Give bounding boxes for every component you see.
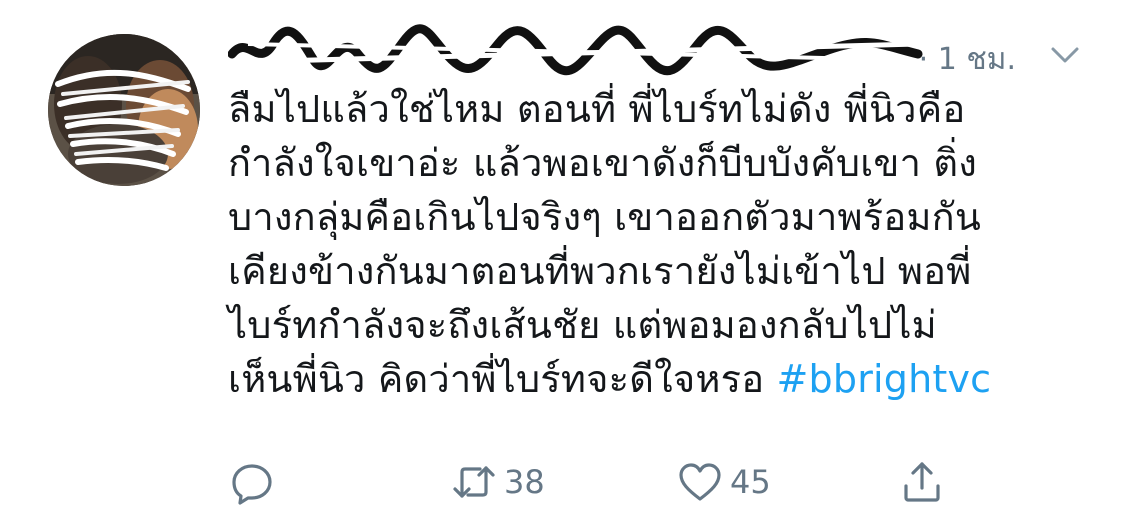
tweet-header: · 1 ชม. <box>228 14 1108 77</box>
tweet-actions: 38 45 <box>228 452 1088 512</box>
tweet-text-line: ไบร์ทกำลังจะถึงเส้นชัย แต่พอมองกลับไปไม่ <box>228 303 937 347</box>
like-count: 45 <box>730 463 771 501</box>
tweet-text-line: ลืมไปแล้วใช่ไหม ตอนที่ พี่ไบร์ทไม่ดัง พี… <box>228 87 966 131</box>
redacted-username <box>228 24 923 76</box>
chevron-down-icon[interactable] <box>1048 38 1082 72</box>
share-button[interactable] <box>898 452 946 512</box>
tweet-timestamp[interactable]: · 1 ชม. <box>919 36 1016 83</box>
tweet-text: ลืมไปแล้วใช่ไหม ตอนที่ พี่ไบร์ทไม่ดัง พี… <box>228 82 1088 406</box>
tweet-text-line: เคียงข้างกันมาตอนที่พวกเรายังไม่เข้าไป พ… <box>228 249 972 293</box>
retweet-icon <box>453 466 495 498</box>
retweet-button[interactable]: 38 <box>450 452 545 512</box>
heart-icon <box>679 463 721 501</box>
tweet-text-segment: เห็นพี่นิว คิดว่าพี่ไบร์ทจะดีใจหรอ <box>228 357 777 401</box>
avatar[interactable] <box>48 34 200 186</box>
avatar-image <box>48 34 200 186</box>
reply-icon <box>232 464 272 505</box>
hashtag-link[interactable]: #bbrightvc <box>777 357 992 401</box>
tweet-text-last-line: เห็นพี่นิว คิดว่าพี่ไบร์ทจะดีใจหรอ #bbri… <box>228 352 1088 406</box>
like-button[interactable]: 45 <box>676 452 771 512</box>
share-icon <box>904 462 940 502</box>
retweet-count: 38 <box>504 463 545 501</box>
reply-button[interactable] <box>228 452 276 512</box>
tweet-card[interactable]: · 1 ชม. ลืมไปแล้วใช่ไหม ตอนที่ พี่ไบร์ทไ… <box>0 0 1124 523</box>
tweet-text-line: กำลังใจเขาอ่ะ แล้วพอเขาดังก็บีบบังคับเขา… <box>228 141 978 185</box>
tweet-text-line: บางกลุ่มคือเกินไปจริงๆ เขาออกตัวมาพร้อมก… <box>228 195 981 239</box>
